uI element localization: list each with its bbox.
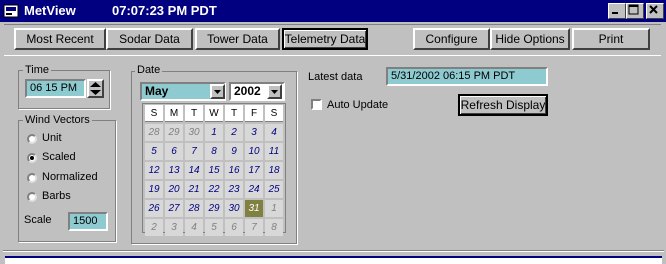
month-dropdown-button[interactable] bbox=[210, 84, 225, 99]
radio-barbs-label: Barbs bbox=[42, 190, 71, 202]
calendar-day[interactable]: 21 bbox=[185, 181, 203, 198]
calendar-day[interactable]: 14 bbox=[185, 162, 203, 179]
scale-label: Scale bbox=[24, 214, 52, 226]
date-group-label: Date bbox=[135, 64, 163, 76]
radio-unit[interactable] bbox=[27, 134, 37, 144]
auto-update-checkbox[interactable] bbox=[311, 99, 322, 110]
calendar-day[interactable]: 30 bbox=[225, 200, 243, 217]
calendar-day[interactable]: 4 bbox=[185, 219, 203, 236]
auto-update-label: Auto Update bbox=[327, 99, 389, 111]
calendar-day[interactable]: 23 bbox=[225, 181, 243, 198]
wind-vectors-label: Wind Vectors bbox=[23, 114, 92, 126]
calendar-day[interactable]: 10 bbox=[245, 143, 263, 160]
latest-data-label: Latest data bbox=[308, 71, 363, 83]
calendar-day[interactable]: 2 bbox=[225, 124, 243, 141]
calendar-day[interactable]: 3 bbox=[245, 124, 263, 141]
calendar-day[interactable]: 8 bbox=[265, 219, 283, 236]
maximize-button[interactable] bbox=[626, 3, 644, 19]
calendar-day[interactable]: 29 bbox=[165, 124, 183, 141]
divider bbox=[3, 251, 664, 252]
title-bar: MetView 07:07:23 PM PDT bbox=[0, 0, 666, 22]
calendar-grid: SMTWTFS 28 29 30 1 2 3 4 5 6 7 8 9 10 11 12 13 14 15 16 17 1… bbox=[142, 103, 286, 236]
calendar-day[interactable]: 8 bbox=[205, 143, 223, 160]
calendar-day[interactable]: 1 bbox=[265, 200, 283, 217]
radio-normalized[interactable] bbox=[27, 173, 37, 183]
configure-button[interactable]: Configure bbox=[413, 28, 490, 50]
weekday-header: S bbox=[265, 105, 283, 122]
app-icon bbox=[3, 3, 19, 19]
calendar-day[interactable]: 20 bbox=[165, 181, 183, 198]
spinner-arrows-icon bbox=[90, 82, 101, 95]
calendar-weekday-header: SMTWTFS bbox=[143, 104, 285, 122]
calendar-day[interactable]: 13 bbox=[165, 162, 183, 179]
calendar-day[interactable]: 7 bbox=[185, 143, 203, 160]
latest-data-field: 5/31/2002 06:15 PM PDT bbox=[386, 67, 548, 86]
calendar-day[interactable]: 2 bbox=[145, 219, 163, 236]
calendar-day[interactable]: 26 bbox=[145, 200, 163, 217]
calendar-day[interactable]: 16 bbox=[225, 162, 243, 179]
calendar-day[interactable]: 5 bbox=[205, 219, 223, 236]
weekday-header: T bbox=[225, 105, 243, 122]
calendar-day[interactable]: 6 bbox=[225, 219, 243, 236]
weekday-header: S bbox=[145, 105, 163, 122]
data-display-pane bbox=[5, 256, 662, 264]
time-field[interactable]: 06 15 PM bbox=[25, 79, 86, 98]
weekday-header: F bbox=[245, 105, 263, 122]
radio-scaled[interactable] bbox=[27, 153, 37, 163]
calendar-day[interactable]: 1 bbox=[205, 124, 223, 141]
calendar-day[interactable]: 18 bbox=[265, 162, 283, 179]
calendar-week-row: 28 29 30 1 2 3 4 bbox=[145, 124, 283, 141]
minimize-button[interactable] bbox=[608, 3, 626, 19]
calendar-week-row: 12 13 14 15 16 17 18 bbox=[145, 162, 283, 179]
calendar-week-row: 26 27 28 29 30 31 1 bbox=[145, 200, 283, 217]
hide-options-button[interactable]: Hide Options bbox=[490, 28, 570, 50]
calendar-day[interactable]: 15 bbox=[205, 162, 223, 179]
calendar-day[interactable]: 17 bbox=[245, 162, 263, 179]
calendar-week-row: 2345678 bbox=[145, 219, 283, 236]
calendar-day[interactable]: 22 bbox=[205, 181, 223, 198]
app-title: MetView bbox=[24, 3, 76, 18]
tab-most-recent[interactable]: Most Recent bbox=[14, 28, 106, 50]
calendar-day[interactable]: 19 bbox=[145, 181, 163, 198]
refresh-display-button[interactable]: Refresh Display bbox=[458, 94, 548, 116]
radio-unit-label: Unit bbox=[42, 132, 62, 144]
tab-telemetry-data[interactable]: Telemetry Data bbox=[282, 28, 368, 50]
calendar-day[interactable]: 9 bbox=[225, 143, 243, 160]
close-button[interactable] bbox=[646, 3, 664, 19]
calendar-day[interactable]: 6 bbox=[165, 143, 183, 160]
calendar-week-row: 19 20 21 22 23 24 25 bbox=[145, 181, 283, 198]
weekday-header: W bbox=[205, 105, 223, 122]
calendar-day[interactable]: 3 bbox=[165, 219, 183, 236]
chevron-down-icon bbox=[271, 90, 278, 94]
radio-barbs[interactable] bbox=[27, 192, 37, 202]
calendar-day[interactable]: 12 bbox=[145, 162, 163, 179]
weekday-header: T bbox=[185, 105, 203, 122]
calendar-day[interactable]: 28 bbox=[185, 200, 203, 217]
print-button[interactable]: Print bbox=[572, 28, 650, 50]
clock-readout: 07:07:23 PM PDT bbox=[112, 3, 217, 18]
calendar-day[interactable]: 27 bbox=[165, 200, 183, 217]
calendar-day[interactable]: 11 bbox=[265, 143, 283, 160]
calendar-day[interactable]: 5 bbox=[145, 143, 163, 160]
calendar-day[interactable]: 29 bbox=[205, 200, 223, 217]
radio-normalized-label: Normalized bbox=[42, 171, 98, 183]
calendar-days: 28 29 30 1 2 3 4 5 6 7 8 9 10 11 12 13 14 15 16 17 18 19 20 21 2… bbox=[143, 122, 285, 240]
radio-scaled-label: Scaled bbox=[42, 151, 76, 163]
calendar-day[interactable]: 4 bbox=[265, 124, 283, 141]
calendar-day[interactable]: 7 bbox=[245, 219, 263, 236]
tab-sodar-data[interactable]: Sodar Data bbox=[106, 28, 193, 50]
calendar-day[interactable]: 24 bbox=[245, 181, 263, 198]
calendar-day[interactable]: 28 bbox=[145, 124, 163, 141]
time-group-label: Time bbox=[23, 64, 52, 76]
tab-tower-data[interactable]: Tower Data bbox=[195, 28, 280, 50]
year-dropdown-button[interactable] bbox=[267, 84, 282, 99]
calendar-week-row: 5 6 7 8 9 10 11 bbox=[145, 143, 283, 160]
weekday-header: M bbox=[165, 105, 183, 122]
scale-input[interactable]: 1500 bbox=[68, 212, 108, 231]
calendar-day[interactable]: 25 bbox=[265, 181, 283, 198]
chevron-down-icon bbox=[214, 90, 221, 94]
calendar-day[interactable]: 30 bbox=[185, 124, 203, 141]
time-spinner[interactable] bbox=[87, 79, 104, 98]
calendar-day-selected[interactable]: 31 bbox=[245, 200, 263, 217]
